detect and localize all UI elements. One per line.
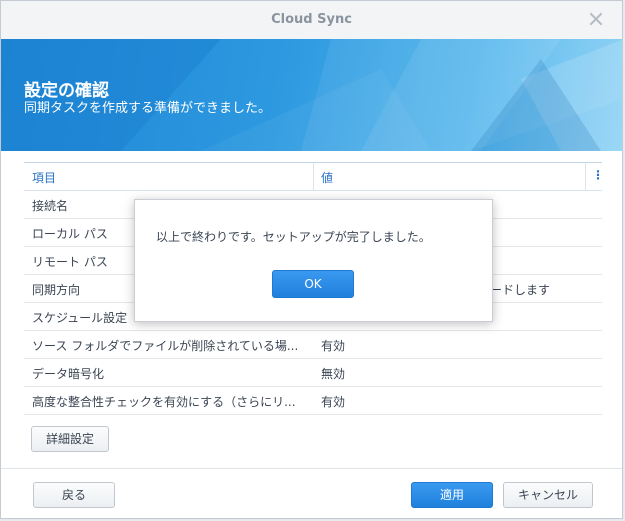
table-row[interactable]: ソース フォルダでファイルが削除されている場... 有効 bbox=[24, 331, 602, 359]
dialog-message: 以上で終わりです。セットアップが完了しました。 bbox=[156, 230, 431, 244]
row-value: 無効 bbox=[321, 367, 346, 381]
table-row[interactable]: データ暗号化 無効 bbox=[24, 359, 602, 387]
banner-subtitle: 同期タスクを作成する準備ができました。 bbox=[24, 101, 272, 116]
row-value: ードします bbox=[490, 283, 551, 297]
column-menu-icon[interactable]: ⋮ bbox=[592, 168, 604, 182]
row-item-label: 高度な整合性チェックを有効にする（さらにリ... bbox=[32, 395, 296, 409]
wizard-banner: 設定の確認 同期タスクを作成する準備ができました。 bbox=[1, 39, 622, 151]
advanced-settings-button[interactable]: 詳細設定 bbox=[31, 426, 109, 452]
column-divider bbox=[313, 163, 314, 190]
window-title: Cloud Sync bbox=[271, 12, 352, 27]
title-bar: Cloud Sync bbox=[1, 1, 622, 40]
back-button[interactable]: 戻る bbox=[33, 482, 115, 508]
row-value: 有効 bbox=[321, 339, 346, 353]
row-item-label: データ暗号化 bbox=[32, 367, 105, 381]
cloud-sync-window: Cloud Sync 設定の確認 同期タスクを作成する準備ができました。 項目 … bbox=[0, 0, 623, 519]
cancel-button[interactable]: キャンセル bbox=[503, 482, 593, 508]
row-item-label: ローカル パス bbox=[32, 227, 108, 241]
apply-button[interactable]: 適用 bbox=[411, 482, 493, 508]
completion-dialog: 以上で終わりです。セットアップが完了しました。 OK bbox=[134, 199, 493, 322]
column-header-value[interactable]: 値 bbox=[321, 169, 333, 186]
row-item-label: ソース フォルダでファイルが削除されている場... bbox=[32, 339, 299, 353]
row-item-label: 同期方向 bbox=[32, 283, 81, 297]
ok-button[interactable]: OK bbox=[272, 270, 354, 298]
column-divider bbox=[585, 163, 586, 190]
table-header: 項目 値 ⋮ bbox=[24, 163, 604, 191]
row-item-label: リモート パス bbox=[32, 255, 108, 269]
footer-divider bbox=[1, 468, 622, 469]
row-item-label: 接続名 bbox=[32, 199, 69, 213]
column-header-item[interactable]: 項目 bbox=[32, 169, 56, 186]
close-icon[interactable] bbox=[588, 11, 604, 27]
table-row[interactable]: 高度な整合性チェックを有効にする（さらにリ... 有効 bbox=[24, 387, 602, 415]
row-item-label: スケジュール設定 bbox=[32, 311, 128, 325]
row-value: 有効 bbox=[321, 395, 346, 409]
